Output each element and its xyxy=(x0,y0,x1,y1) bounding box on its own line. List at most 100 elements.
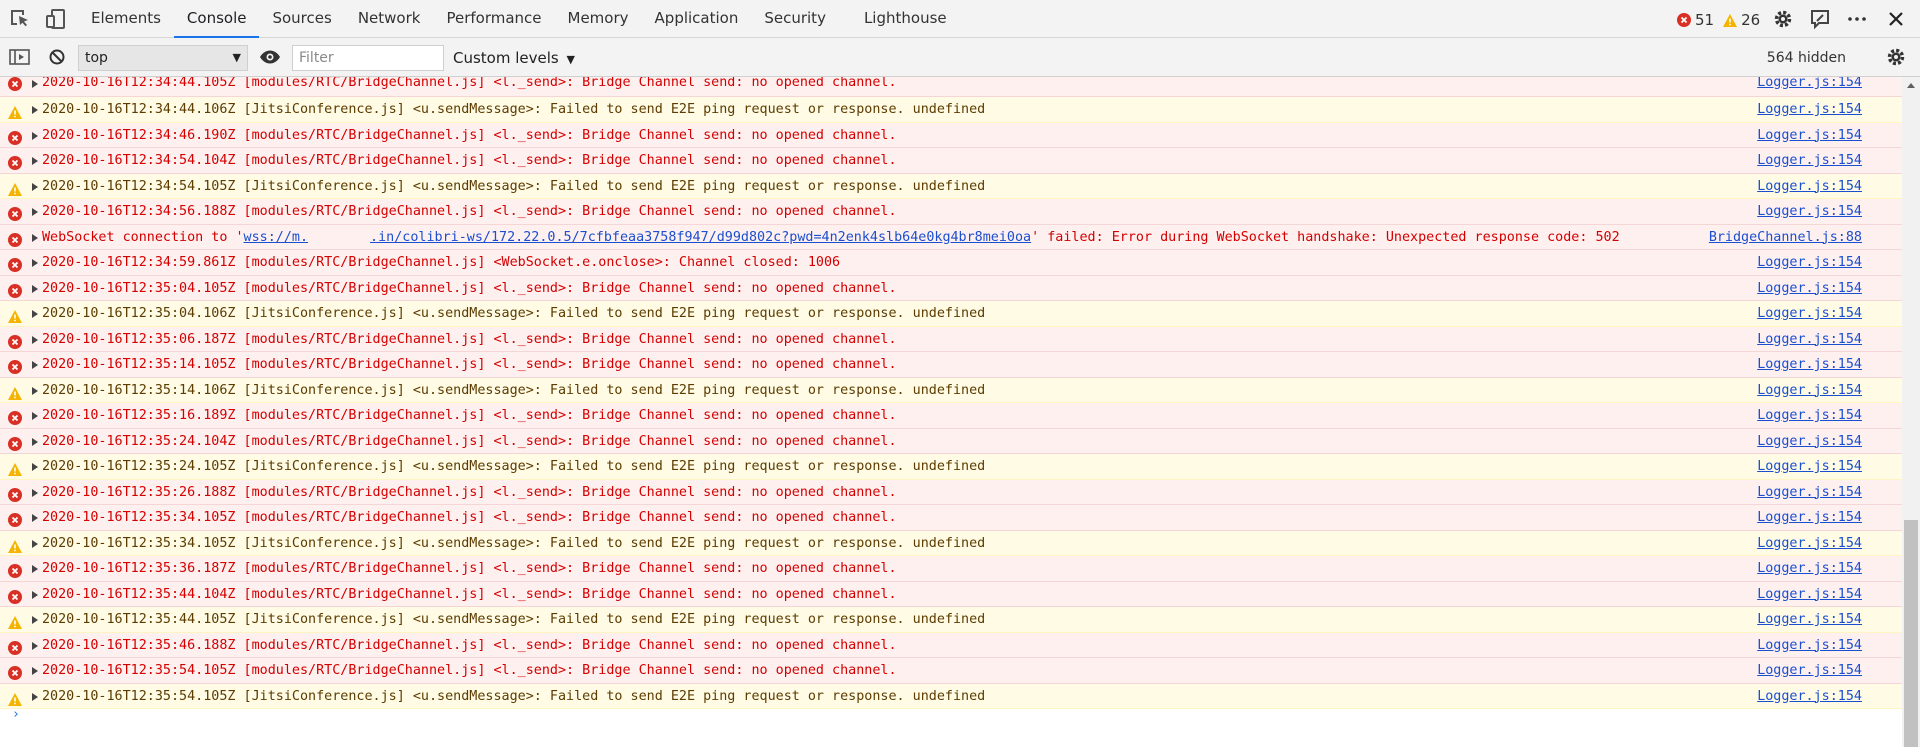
console-message-error[interactable]: WebSocket connection to 'wss://m. .in/col… xyxy=(0,224,1902,250)
tab-performance[interactable]: Performance xyxy=(433,0,554,38)
console-message-warning[interactable]: 2020-10-16T12:35:04.106Z [JitsiConferenc… xyxy=(0,301,1902,327)
console-message-error[interactable]: 2020-10-16T12:35:16.189Z [modules/RTC/Br… xyxy=(0,403,1902,429)
tab-sources[interactable]: Sources xyxy=(259,0,344,38)
expand-triangle-icon[interactable] xyxy=(32,182,38,191)
websocket-url-link[interactable]: .in/colibri-ws/172.22.0.5/7cfbfeaa3758f9… xyxy=(370,230,1031,245)
gear-icon[interactable] xyxy=(1884,46,1908,68)
source-link[interactable]: Logger.js:154 xyxy=(1757,531,1862,556)
source-link[interactable]: Logger.js:154 xyxy=(1757,352,1862,377)
context-select[interactable]: top ▼ xyxy=(78,45,248,71)
tab-application[interactable]: Application xyxy=(642,0,752,38)
console-message-error[interactable]: 2020-10-16T12:35:26.188Z [modules/RTC/Br… xyxy=(0,479,1902,505)
websocket-url-link[interactable]: wss://m. xyxy=(244,230,309,245)
log-levels-dropdown[interactable]: Custom levels ▼ xyxy=(453,45,575,71)
source-link[interactable]: Logger.js:154 xyxy=(1757,250,1862,275)
close-icon[interactable] xyxy=(1884,8,1908,30)
expand-triangle-icon[interactable] xyxy=(32,565,38,573)
scrollbar-thumb[interactable] xyxy=(1904,520,1918,747)
console-message-error[interactable]: 2020-10-16T12:35:06.187Z [modules/RTC/Br… xyxy=(0,326,1902,352)
expand-triangle-icon[interactable] xyxy=(32,335,38,344)
console-message-error[interactable]: 2020-10-16T12:35:14.105Z [modules/RTC/Br… xyxy=(0,352,1902,378)
device-icon[interactable] xyxy=(44,8,68,30)
expand-triangle-icon[interactable] xyxy=(32,80,38,88)
expand-triangle-icon[interactable] xyxy=(32,412,38,420)
console-message-error[interactable]: 2020-10-16T12:35:54.105Z [modules/RTC/Br… xyxy=(0,658,1902,684)
source-link[interactable]: Logger.js:154 xyxy=(1757,77,1862,89)
sidebar-toggle-icon[interactable] xyxy=(8,46,32,68)
eye-icon[interactable] xyxy=(258,46,282,68)
console-message-warning[interactable]: 2020-10-16T12:35:14.106Z [JitsiConferenc… xyxy=(0,377,1902,403)
source-link[interactable]: Logger.js:154 xyxy=(1757,684,1862,709)
console-message-error[interactable]: 2020-10-16T12:34:56.188Z [modules/RTC/Br… xyxy=(0,199,1902,225)
expand-triangle-icon[interactable] xyxy=(32,208,38,216)
expand-triangle-icon[interactable] xyxy=(32,361,38,369)
tab-memory[interactable]: Memory xyxy=(555,0,642,38)
expand-triangle-icon[interactable] xyxy=(32,386,38,395)
expand-triangle-icon[interactable] xyxy=(32,514,38,522)
source-link[interactable]: BridgeChannel.js:88 xyxy=(1709,225,1862,250)
expand-triangle-icon[interactable] xyxy=(32,131,38,140)
expand-triangle-icon[interactable] xyxy=(32,284,38,293)
source-link[interactable]: Logger.js:154 xyxy=(1757,429,1862,454)
scrollbar[interactable] xyxy=(1902,77,1920,747)
expand-triangle-icon[interactable] xyxy=(32,616,38,624)
feedback-icon[interactable] xyxy=(1808,8,1832,30)
issue-counts[interactable]: 51 26 xyxy=(1677,10,1763,30)
source-link[interactable]: Logger.js:154 xyxy=(1757,378,1862,403)
source-link[interactable]: Logger.js:154 xyxy=(1757,658,1862,683)
expand-triangle-icon[interactable] xyxy=(32,106,38,114)
expand-triangle-icon[interactable] xyxy=(32,539,38,548)
tab-security[interactable]: Security xyxy=(751,0,839,38)
source-link[interactable]: Logger.js:154 xyxy=(1757,174,1862,199)
expand-triangle-icon[interactable] xyxy=(32,463,38,471)
tab-network[interactable]: Network xyxy=(345,0,434,38)
tab-lighthouse[interactable]: Lighthouse xyxy=(851,0,960,38)
expand-triangle-icon[interactable] xyxy=(32,233,38,242)
expand-triangle-icon[interactable] xyxy=(32,259,38,267)
expand-triangle-icon[interactable] xyxy=(32,157,38,165)
console-message-error[interactable]: 2020-10-16T12:35:34.105Z [modules/RTC/Br… xyxy=(0,505,1902,531)
console-message-error[interactable]: 2020-10-16T12:34:54.104Z [modules/RTC/Br… xyxy=(0,148,1902,174)
source-link[interactable]: Logger.js:154 xyxy=(1757,301,1862,326)
console-prompt[interactable]: › xyxy=(12,707,20,722)
source-link[interactable]: Logger.js:154 xyxy=(1757,607,1862,632)
expand-triangle-icon[interactable] xyxy=(32,641,38,650)
source-link[interactable]: Logger.js:154 xyxy=(1757,97,1862,122)
source-link[interactable]: Logger.js:154 xyxy=(1757,633,1862,658)
clear-icon[interactable] xyxy=(45,46,69,68)
console-message-error[interactable]: 2020-10-16T12:35:36.187Z [modules/RTC/Br… xyxy=(0,556,1902,582)
source-link[interactable]: Logger.js:154 xyxy=(1757,327,1862,352)
source-link[interactable]: Logger.js:154 xyxy=(1757,582,1862,607)
scroll-up-arrow-icon[interactable] xyxy=(1907,83,1915,88)
console-message-error[interactable]: 2020-10-16T12:35:46.188Z [modules/RTC/Br… xyxy=(0,632,1902,658)
console-message-error[interactable]: 2020-10-16T12:35:44.104Z [modules/RTC/Br… xyxy=(0,581,1902,607)
source-link[interactable]: Logger.js:154 xyxy=(1757,556,1862,581)
source-link[interactable]: Logger.js:154 xyxy=(1757,480,1862,505)
source-link[interactable]: Logger.js:154 xyxy=(1757,454,1862,479)
expand-triangle-icon[interactable] xyxy=(32,488,38,497)
console-message-error[interactable]: 2020-10-16T12:34:46.190Z [modules/RTC/Br… xyxy=(0,122,1902,148)
console-message-warning[interactable]: 2020-10-16T12:35:24.105Z [JitsiConferenc… xyxy=(0,454,1902,480)
expand-triangle-icon[interactable] xyxy=(32,310,38,318)
inspect-icon[interactable] xyxy=(8,8,32,30)
console-message-warning[interactable]: 2020-10-16T12:34:54.105Z [JitsiConferenc… xyxy=(0,173,1902,199)
console-message-warning[interactable]: 2020-10-16T12:35:34.105Z [JitsiConferenc… xyxy=(0,530,1902,556)
source-link[interactable]: Logger.js:154 xyxy=(1757,276,1862,301)
more-icon[interactable] xyxy=(1845,8,1869,30)
console-message-error[interactable]: 2020-10-16T12:34:59.861Z [modules/RTC/Br… xyxy=(0,250,1902,276)
gear-icon[interactable] xyxy=(1771,8,1795,30)
source-link[interactable]: Logger.js:154 xyxy=(1757,148,1862,173)
expand-triangle-icon[interactable] xyxy=(32,692,38,701)
expand-triangle-icon[interactable] xyxy=(32,437,38,446)
source-link[interactable]: Logger.js:154 xyxy=(1757,123,1862,148)
filter-input[interactable] xyxy=(292,45,444,71)
source-link[interactable]: Logger.js:154 xyxy=(1757,505,1862,530)
source-link[interactable]: Logger.js:154 xyxy=(1757,199,1862,224)
console-message-error[interactable]: 2020-10-16T12:35:04.105Z [modules/RTC/Br… xyxy=(0,275,1902,301)
console-message-warning[interactable]: 2020-10-16T12:35:44.105Z [JitsiConferenc… xyxy=(0,607,1902,633)
console-message-error[interactable]: 2020-10-16T12:35:24.104Z [modules/RTC/Br… xyxy=(0,428,1902,454)
expand-triangle-icon[interactable] xyxy=(32,590,38,599)
tab-console[interactable]: Console xyxy=(173,0,260,38)
console-message-warning[interactable]: 2020-10-16T12:34:44.106Z [JitsiConferenc… xyxy=(0,97,1902,123)
expand-triangle-icon[interactable] xyxy=(32,667,38,675)
